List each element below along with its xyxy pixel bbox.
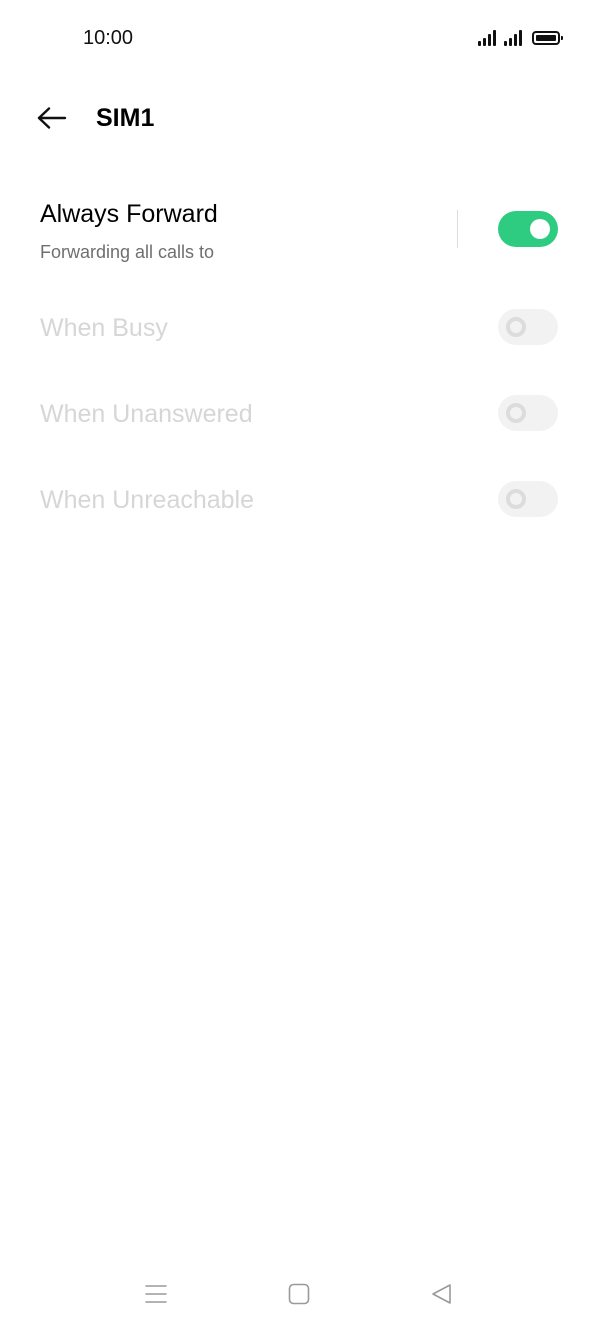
toggle-knob <box>530 219 550 239</box>
status-time: 10:00 <box>83 27 134 49</box>
when-unreachable-title: When Unreachable <box>40 486 255 514</box>
status-bar: 10:00 <box>0 0 598 76</box>
toggle-knob <box>506 403 526 423</box>
app-bar: SIM1 <box>0 88 598 148</box>
when-unanswered-title: When Unanswered <box>40 400 253 428</box>
battery-icon <box>532 31 563 45</box>
page-title: SIM1 <box>96 104 155 132</box>
when-unreachable-toggle[interactable] <box>498 481 558 517</box>
signal-icon <box>478 30 496 46</box>
when-busy-row[interactable]: When Busy <box>0 290 598 366</box>
back-triangle-icon <box>432 1284 451 1304</box>
when-unanswered-row[interactable]: When Unanswered <box>0 376 598 452</box>
toggle-knob <box>506 489 526 509</box>
always-forward-toggle[interactable] <box>498 211 558 247</box>
always-forward-subtitle: Forwarding all calls to <box>40 242 215 262</box>
signal-icon <box>504 30 522 46</box>
menu-icon <box>145 1285 167 1303</box>
back-button[interactable] <box>30 98 74 138</box>
when-busy-toggle[interactable] <box>498 309 558 345</box>
row-divider <box>457 210 458 248</box>
arrow-left-icon <box>37 107 67 129</box>
when-unreachable-row[interactable]: When Unreachable <box>0 462 598 538</box>
status-icons <box>478 28 563 48</box>
home-button[interactable] <box>279 1274 319 1314</box>
when-unanswered-toggle[interactable] <box>498 395 558 431</box>
recent-apps-button[interactable] <box>136 1274 176 1314</box>
when-busy-title: When Busy <box>40 314 168 342</box>
home-icon <box>288 1283 310 1305</box>
navigation-bar <box>0 1262 598 1326</box>
toggle-knob <box>506 317 526 337</box>
nav-back-button[interactable] <box>422 1274 462 1314</box>
always-forward-title: Always Forward <box>40 200 218 228</box>
always-forward-row[interactable]: Always Forward Forwarding all calls to <box>0 190 598 280</box>
